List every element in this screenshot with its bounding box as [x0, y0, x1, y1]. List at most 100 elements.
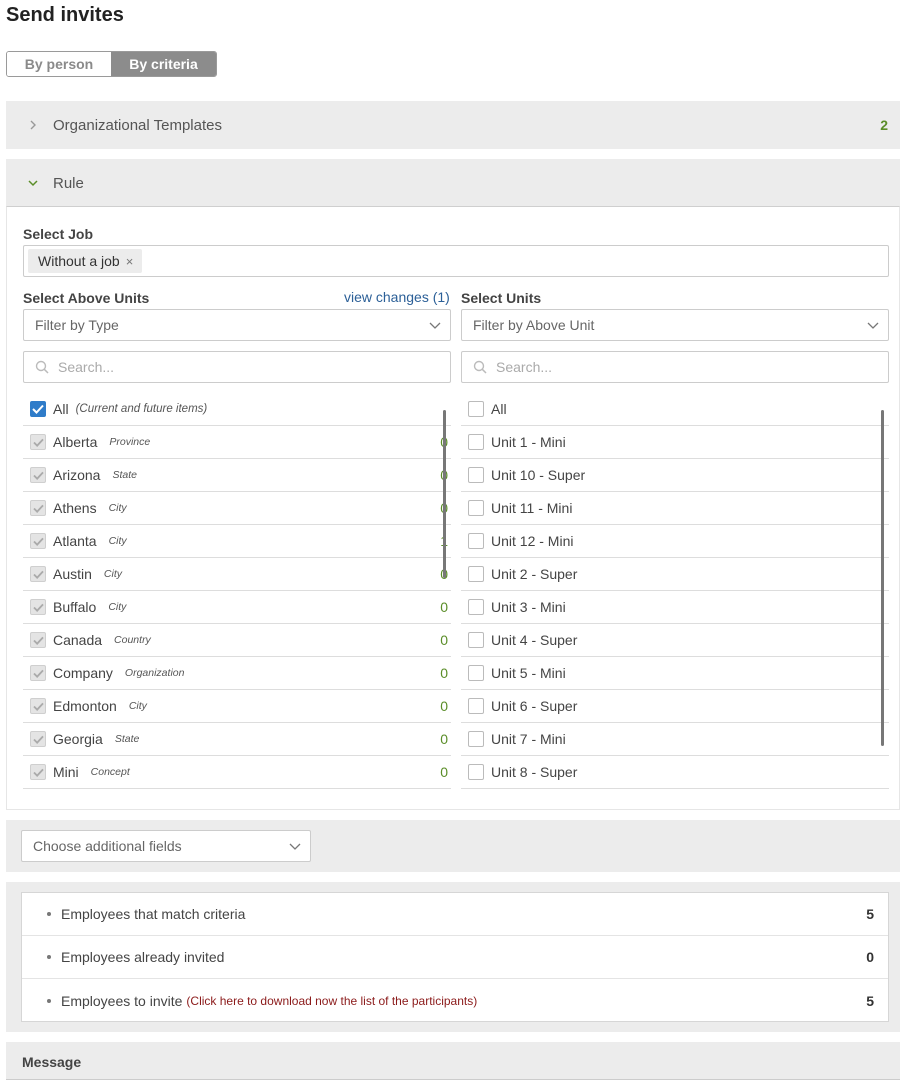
- above-units-search-input[interactable]: [58, 359, 418, 375]
- job-select[interactable]: Without a job ×: [23, 245, 889, 277]
- filter-by-above-unit-select[interactable]: Filter by Above Unit: [461, 309, 889, 341]
- above-unit-checkbox[interactable]: [30, 467, 46, 483]
- above-unit-type: City: [128, 700, 147, 712]
- unit-checkbox[interactable]: [468, 533, 484, 549]
- above-unit-count: 0: [440, 665, 448, 681]
- unit-checkbox[interactable]: [468, 632, 484, 648]
- above-unit-row[interactable]: AlbertaProvince0: [23, 426, 451, 459]
- above-unit-row[interactable]: Buffalo City 0: [23, 591, 451, 624]
- unit-name: Unit 2 - Super: [491, 566, 578, 582]
- units-search[interactable]: [461, 351, 889, 383]
- above-unit-name: Mini: [53, 764, 79, 780]
- org-templates-header[interactable]: Organizational Templates 2: [6, 101, 900, 149]
- unit-row[interactable]: Unit 4 - Super: [461, 624, 889, 657]
- unit-checkbox[interactable]: [468, 731, 484, 747]
- unit-checkbox[interactable]: [468, 434, 484, 450]
- chevron-down-icon: [289, 839, 301, 855]
- above-unit-name: Atlanta: [53, 533, 97, 549]
- above-unit-type: Province: [109, 436, 151, 448]
- by-person-tab[interactable]: By person: [7, 52, 111, 76]
- org-templates-title: Organizational Templates: [53, 116, 222, 134]
- filter-by-above-unit-value: Filter by Above Unit: [473, 317, 595, 333]
- above-unit-type: Country: [114, 634, 151, 646]
- above-unit-checkbox[interactable]: [30, 566, 46, 582]
- summary-invited-row: Employees already invited 0: [22, 936, 888, 979]
- to-invite-value: 5: [866, 992, 874, 1009]
- above-unit-count: 0: [440, 731, 448, 747]
- above-unit-name: Company: [53, 665, 113, 681]
- above-units-all-row[interactable]: All (Current and future items): [23, 393, 451, 426]
- unit-checkbox[interactable]: [468, 500, 484, 516]
- above-unit-checkbox[interactable]: [30, 599, 46, 615]
- unit-row[interactable]: Unit 12 - Mini: [461, 525, 889, 558]
- message-header[interactable]: Message: [6, 1042, 900, 1080]
- unit-checkbox[interactable]: [468, 698, 484, 714]
- unit-row[interactable]: Unit 1 - Mini: [461, 426, 889, 459]
- page-title: Send invites: [6, 4, 124, 26]
- above-unit-checkbox[interactable]: [30, 665, 46, 681]
- above-unit-checkbox[interactable]: [30, 698, 46, 714]
- unit-name: Unit 6 - Super: [491, 698, 578, 714]
- above-unit-checkbox[interactable]: [30, 500, 46, 516]
- above-unit-checkbox[interactable]: [30, 764, 46, 780]
- unit-checkbox[interactable]: [468, 665, 484, 681]
- unit-row[interactable]: Unit 10 - Super: [461, 459, 889, 492]
- all-label: All: [53, 401, 69, 417]
- above-unit-row[interactable]: Canada Country 0: [23, 624, 451, 657]
- unit-name: Unit 3 - Mini: [491, 599, 566, 615]
- filter-by-type-select[interactable]: Filter by Type: [23, 309, 451, 341]
- all-checkbox[interactable]: [468, 401, 484, 417]
- remove-tag-icon[interactable]: ×: [126, 254, 134, 269]
- above-unit-row[interactable]: Company Organization 0: [23, 657, 451, 690]
- invited-label: Employees already invited: [61, 949, 225, 965]
- unit-row[interactable]: Unit 8 - Super: [461, 756, 889, 789]
- additional-fields-select[interactable]: Choose additional fields: [21, 830, 311, 862]
- above-unit-row[interactable]: AustinCity0: [23, 558, 451, 591]
- above-unit-checkbox[interactable]: [30, 632, 46, 648]
- above-unit-row[interactable]: Georgia State 0: [23, 723, 451, 756]
- download-participants-link[interactable]: (Click here to download now the list of …: [186, 994, 477, 1008]
- job-tag-label: Without a job: [38, 253, 120, 269]
- above-unit-name: Edmonton: [53, 698, 117, 714]
- unit-row[interactable]: Unit 6 - Super: [461, 690, 889, 723]
- select-units-label: Select Units: [461, 290, 542, 306]
- above-unit-checkbox[interactable]: [30, 731, 46, 747]
- units-scrollbar[interactable]: [881, 410, 884, 746]
- org-templates-count: 2: [880, 117, 888, 133]
- unit-checkbox[interactable]: [468, 566, 484, 582]
- above-unit-row[interactable]: Edmonton City 0: [23, 690, 451, 723]
- by-criteria-tab[interactable]: By criteria: [111, 52, 216, 76]
- unit-name: Unit 7 - Mini: [491, 731, 566, 747]
- bullet: [47, 912, 51, 916]
- above-unit-checkbox[interactable]: [30, 434, 46, 450]
- unit-row[interactable]: Unit 3 - Mini: [461, 591, 889, 624]
- job-tag: Without a job ×: [28, 249, 143, 273]
- summary-box: Employees that match criteria 5 Employee…: [21, 892, 889, 1022]
- unit-checkbox[interactable]: [468, 599, 484, 615]
- unit-checkbox[interactable]: [468, 764, 484, 780]
- above-unit-row[interactable]: ArizonaState0: [23, 459, 451, 492]
- units-all-row[interactable]: All: [461, 393, 889, 426]
- above-unit-row[interactable]: AthensCity0: [23, 492, 451, 525]
- above-unit-count: 0: [440, 764, 448, 780]
- view-changes-link[interactable]: view changes (1): [344, 289, 450, 305]
- above-unit-row[interactable]: Mini Concept 0: [23, 756, 451, 789]
- above-unit-type: State: [114, 733, 140, 745]
- mode-toggle: By person By criteria: [6, 51, 217, 77]
- above-unit-checkbox[interactable]: [30, 533, 46, 549]
- above-unit-name: Alberta: [53, 434, 98, 450]
- units-search-input[interactable]: [496, 359, 856, 375]
- above-units-search[interactable]: [23, 351, 451, 383]
- unit-row[interactable]: Unit 11 - Mini: [461, 492, 889, 525]
- unit-row[interactable]: Unit 2 - Super: [461, 558, 889, 591]
- unit-row[interactable]: Unit 7 - Mini: [461, 723, 889, 756]
- above-unit-name: Canada: [53, 632, 103, 648]
- unit-row[interactable]: Unit 5 - Mini: [461, 657, 889, 690]
- all-checkbox[interactable]: [30, 401, 46, 417]
- all-note: (Current and future items): [75, 403, 208, 415]
- all-label: All: [491, 401, 507, 417]
- above-units-scrollbar[interactable]: [443, 410, 446, 578]
- above-unit-row[interactable]: AtlantaCity1: [23, 525, 451, 558]
- rule-header[interactable]: Rule: [6, 159, 900, 207]
- unit-checkbox[interactable]: [468, 467, 484, 483]
